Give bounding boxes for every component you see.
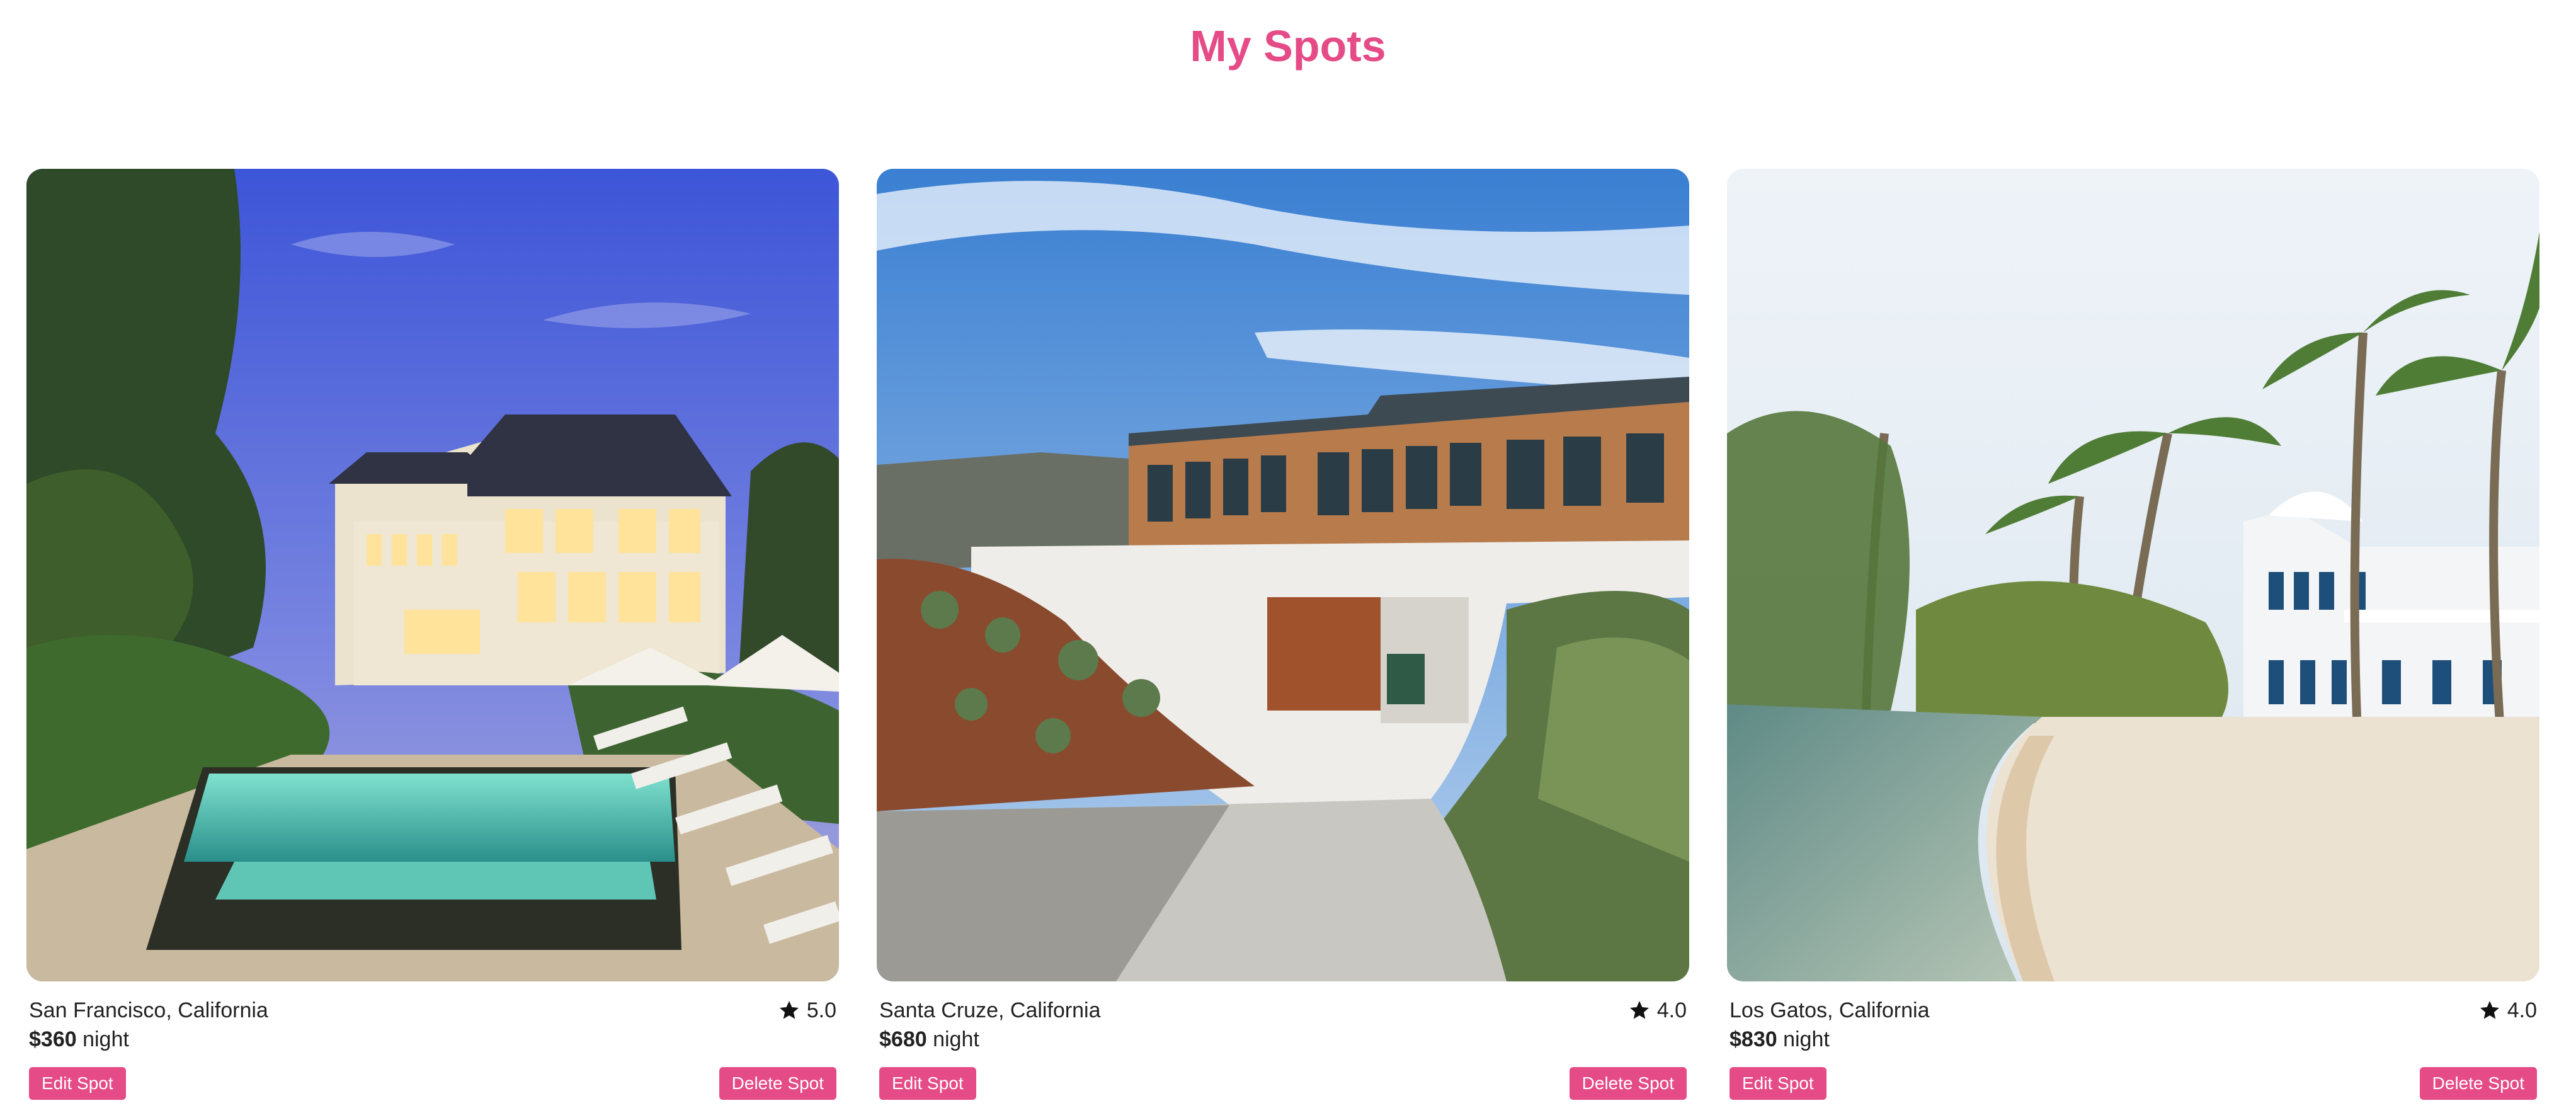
spot-price: $680 (879, 1027, 927, 1051)
spots-grid: San Francisco, California 5.0 $360 night… (26, 169, 2539, 1100)
spot-actions: Edit Spot Delete Spot (1727, 1067, 2539, 1100)
spot-rating: 4.0 (1628, 997, 1687, 1024)
spot-price-unit: night (933, 1027, 979, 1051)
spot-rating-value: 4.0 (2507, 998, 2537, 1022)
my-spots-page: My Spots San Francisco, California 5.0 $… (0, 0, 2576, 1120)
star-icon (2480, 1001, 2499, 1019)
spot-location: San Francisco, California (29, 998, 268, 1022)
spot-rating-value: 5.0 (806, 998, 836, 1022)
edit-spot-button[interactable]: Edit Spot (29, 1067, 126, 1100)
delete-spot-button[interactable]: Delete Spot (2419, 1067, 2537, 1100)
spot-price-unit: night (83, 1027, 129, 1051)
spot-location: Los Gatos, California (1730, 998, 1930, 1022)
spot-meta-row: Los Gatos, California 4.0 (1727, 997, 2539, 1024)
spot-card[interactable]: Los Gatos, California 4.0 $830 night Edi… (1727, 169, 2539, 1100)
star-icon (1629, 1001, 1649, 1019)
page-title: My Spots (1190, 21, 1386, 71)
spot-photo[interactable] (1727, 169, 2539, 981)
edit-spot-button[interactable]: Edit Spot (1730, 1067, 1827, 1100)
spot-location: Santa Cruze, California (879, 998, 1101, 1022)
delete-spot-button[interactable]: Delete Spot (719, 1067, 836, 1100)
spot-rating: 5.0 (778, 997, 836, 1024)
spot-price-row: $360 night (26, 1026, 839, 1053)
spot-price-row: $830 night (1727, 1026, 2539, 1053)
spot-price-row: $680 night (877, 1026, 1689, 1053)
spot-actions: Edit Spot Delete Spot (26, 1067, 839, 1100)
spot-actions: Edit Spot Delete Spot (877, 1067, 1689, 1100)
spot-photo[interactable] (26, 169, 839, 981)
spot-price-unit: night (1783, 1027, 1830, 1051)
spot-card[interactable]: San Francisco, California 5.0 $360 night… (26, 169, 839, 1100)
spot-card[interactable]: Santa Cruze, California 4.0 $680 night E… (877, 169, 1689, 1100)
spot-meta-row: San Francisco, California 5.0 (26, 997, 839, 1024)
edit-spot-button[interactable]: Edit Spot (879, 1067, 976, 1100)
delete-spot-button[interactable]: Delete Spot (1569, 1067, 1687, 1100)
star-icon (779, 1001, 799, 1019)
spot-price: $830 (1730, 1027, 1777, 1051)
spot-rating: 4.0 (2478, 997, 2537, 1024)
spot-price: $360 (29, 1027, 77, 1051)
spot-photo[interactable] (877, 169, 1689, 981)
spot-rating-value: 4.0 (1656, 998, 1687, 1022)
spot-meta-row: Santa Cruze, California 4.0 (877, 997, 1689, 1024)
